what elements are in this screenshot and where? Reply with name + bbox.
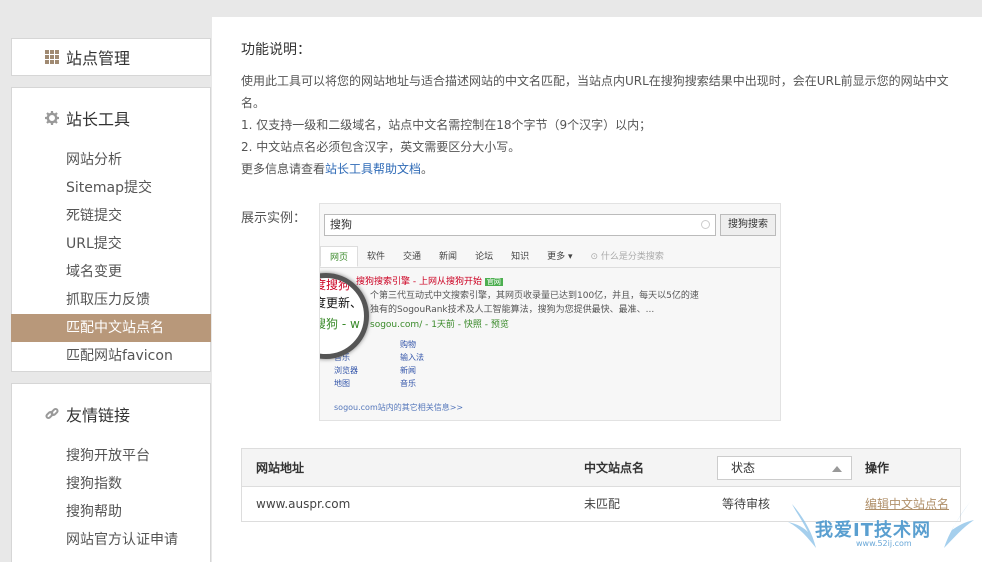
demo-tab: 网页 <box>320 246 359 267</box>
description-line: 2. 中文站点名必须包含汉字，英文需要区分大小写。 <box>241 140 521 154</box>
demo-sitelink: 购物 <box>400 340 416 349</box>
watermark: 我爱IT技术网 www.52ij.com <box>782 498 978 558</box>
demo-sitelink: 新闻 <box>400 366 416 375</box>
help-prefix: 更多信息请查看 <box>241 162 326 176</box>
demo-result-title: 搜狗搜索引擎 - 上网从搜狗开始 官网 <box>356 276 503 289</box>
grid-icon <box>45 50 59 64</box>
caret-up-icon <box>832 466 842 472</box>
cell-name: 未匹配 <box>584 497 621 511</box>
demo-sitelink: 音乐 <box>400 379 416 388</box>
webmaster-tools-label: 站长工具 <box>66 110 131 129</box>
sidebar-item-sogou-open-platform[interactable]: 搜狗开放平台 <box>12 442 210 470</box>
sidebar-item-official-certification[interactable]: 网站官方认证申请 <box>12 526 210 554</box>
demo-tab: 新闻 <box>439 252 458 262</box>
watermark-url: www.52ij.com <box>856 539 912 548</box>
friend-links-label: 友情链接 <box>66 406 131 425</box>
status-filter-select[interactable]: 状态 <box>717 456 852 480</box>
cell-status: 等待审核 <box>722 497 771 511</box>
magnified-line: 度搜狗 <box>320 278 351 292</box>
demo-tab: 知识 <box>511 252 530 262</box>
demo-screenshot: 搜狗 搜狗搜索 网页 软件 交通 新闻 论坛 知识 更多 ▾ ⊙ 什么是分类搜索… <box>319 203 781 421</box>
demo-result-title-text: 搜狗搜索引擎 - 上网从搜狗开始 <box>356 277 482 287</box>
gear-icon <box>45 110 59 125</box>
friend-links-panel: 友情链接 搜狗开放平台 搜狗指数 搜狗帮助 网站官方认证申请 <box>11 383 211 562</box>
cell-url: www.auspr.com <box>256 497 351 511</box>
sidebar-item-url-submit[interactable]: URL提交 <box>12 230 210 258</box>
sidebar-item-match-site-name[interactable]: 匹配中文站点名 <box>11 314 220 342</box>
sidebar-item-sogou-help[interactable]: 搜狗帮助 <box>12 498 210 526</box>
sidebar-item-match-favicon[interactable]: 匹配网站favicon <box>12 342 210 370</box>
demo-tab-hint: ⊙ 什么是分类搜索 <box>590 252 664 262</box>
webmaster-tools-panel: 站长工具 网站分析 Sitemap提交 死链提交 URL提交 域名变更 抓取压力… <box>11 87 220 372</box>
column-header-url: 网站地址 <box>256 461 305 475</box>
demo-search-value: 搜狗 <box>330 218 352 231</box>
sidebar: 站点管理 站长工具 网站分析 Sitemap提交 死链提交 URL提交 域名变更… <box>0 0 220 562</box>
clear-icon <box>701 220 710 229</box>
webmaster-tools-header: 站长工具 <box>12 88 210 146</box>
sidebar-item-site-analysis[interactable]: 网站分析 <box>12 146 210 174</box>
site-manage-label: 站点管理 <box>66 49 131 68</box>
status-filter-label: 状态 <box>731 461 756 475</box>
sidebar-item-crawl-pressure[interactable]: 抓取压力反馈 <box>12 286 210 314</box>
demo-sitelink: 浏览器 <box>334 366 358 375</box>
column-header-action: 操作 <box>865 461 890 475</box>
main-content: 功能说明： 使用此工具可以将您的网站地址与适合描述网站的中文名匹配，当站点内UR… <box>212 17 982 562</box>
sidebar-item-deadlink-submit[interactable]: 死链提交 <box>12 202 210 230</box>
friend-links-header: 友情链接 <box>12 384 210 442</box>
description: 使用此工具可以将您的网站地址与适合描述网站的中文名匹配，当站点内URL在搜狗搜索… <box>241 70 961 180</box>
site-manage-header[interactable]: 站点管理 <box>12 39 210 75</box>
magnified-line: 度更新、 <box>320 296 363 310</box>
help-suffix: 。 <box>421 162 434 176</box>
demo-tab: 软件 <box>367 252 386 262</box>
demo-label: 展示实例： <box>241 211 307 226</box>
magnified-line: 搜狗 - w <box>320 317 360 331</box>
link-icon <box>45 406 59 420</box>
table-header: 网站地址 中文站点名 状态 操作 <box>242 449 960 487</box>
demo-result-line: 独有的SogouRank技术及人工智能算法，搜狗为您提供最快、最准、... <box>370 305 655 315</box>
description-line: 更多信息请查看站长工具帮助文档。 <box>241 158 961 180</box>
demo-tab: 论坛 <box>475 252 494 262</box>
demo-sitelink: 输入法 <box>400 353 424 362</box>
page-title: 功能说明： <box>241 42 311 58</box>
sidebar-item-domain-change[interactable]: 域名变更 <box>12 258 210 286</box>
demo-result-url: sogou.com/ - 1天前 - 快照 - 预览 <box>370 320 509 330</box>
sidebar-item-sogou-index[interactable]: 搜狗指数 <box>12 470 210 498</box>
demo-result-badge: 官网 <box>484 278 503 286</box>
demo-tab: 更多 ▾ <box>547 252 573 262</box>
column-header-name: 中文站点名 <box>584 461 645 475</box>
demo-sitelink: 地图 <box>334 379 350 388</box>
sidebar-item-sitemap-submit[interactable]: Sitemap提交 <box>12 174 210 202</box>
demo-footer-link: sogou.com站内的其它相关信息>> <box>334 403 464 412</box>
demo-search-button: 搜狗搜索 <box>720 214 776 236</box>
demo-tab: 交通 <box>403 252 422 262</box>
help-doc-link[interactable]: 站长工具帮助文档 <box>325 162 421 176</box>
demo-search-box: 搜狗 <box>324 214 716 236</box>
demo-result-line: 个第三代互动式中文搜索引擎，其网页收录量已达到100亿，并且，每天以5亿的速 <box>370 291 699 301</box>
demo-tabs: 网页 软件 交通 新闻 论坛 知识 更多 ▾ ⊙ 什么是分类搜索 <box>320 246 780 268</box>
site-manage-panel: 站点管理 <box>11 38 211 76</box>
description-line: 1. 仅支持一级和二级域名，站点中文名需控制在18个字节（9个汉字）以内； <box>241 118 652 132</box>
description-line: 使用此工具可以将您的网站地址与适合描述网站的中文名匹配，当站点内URL在搜狗搜索… <box>241 74 949 110</box>
